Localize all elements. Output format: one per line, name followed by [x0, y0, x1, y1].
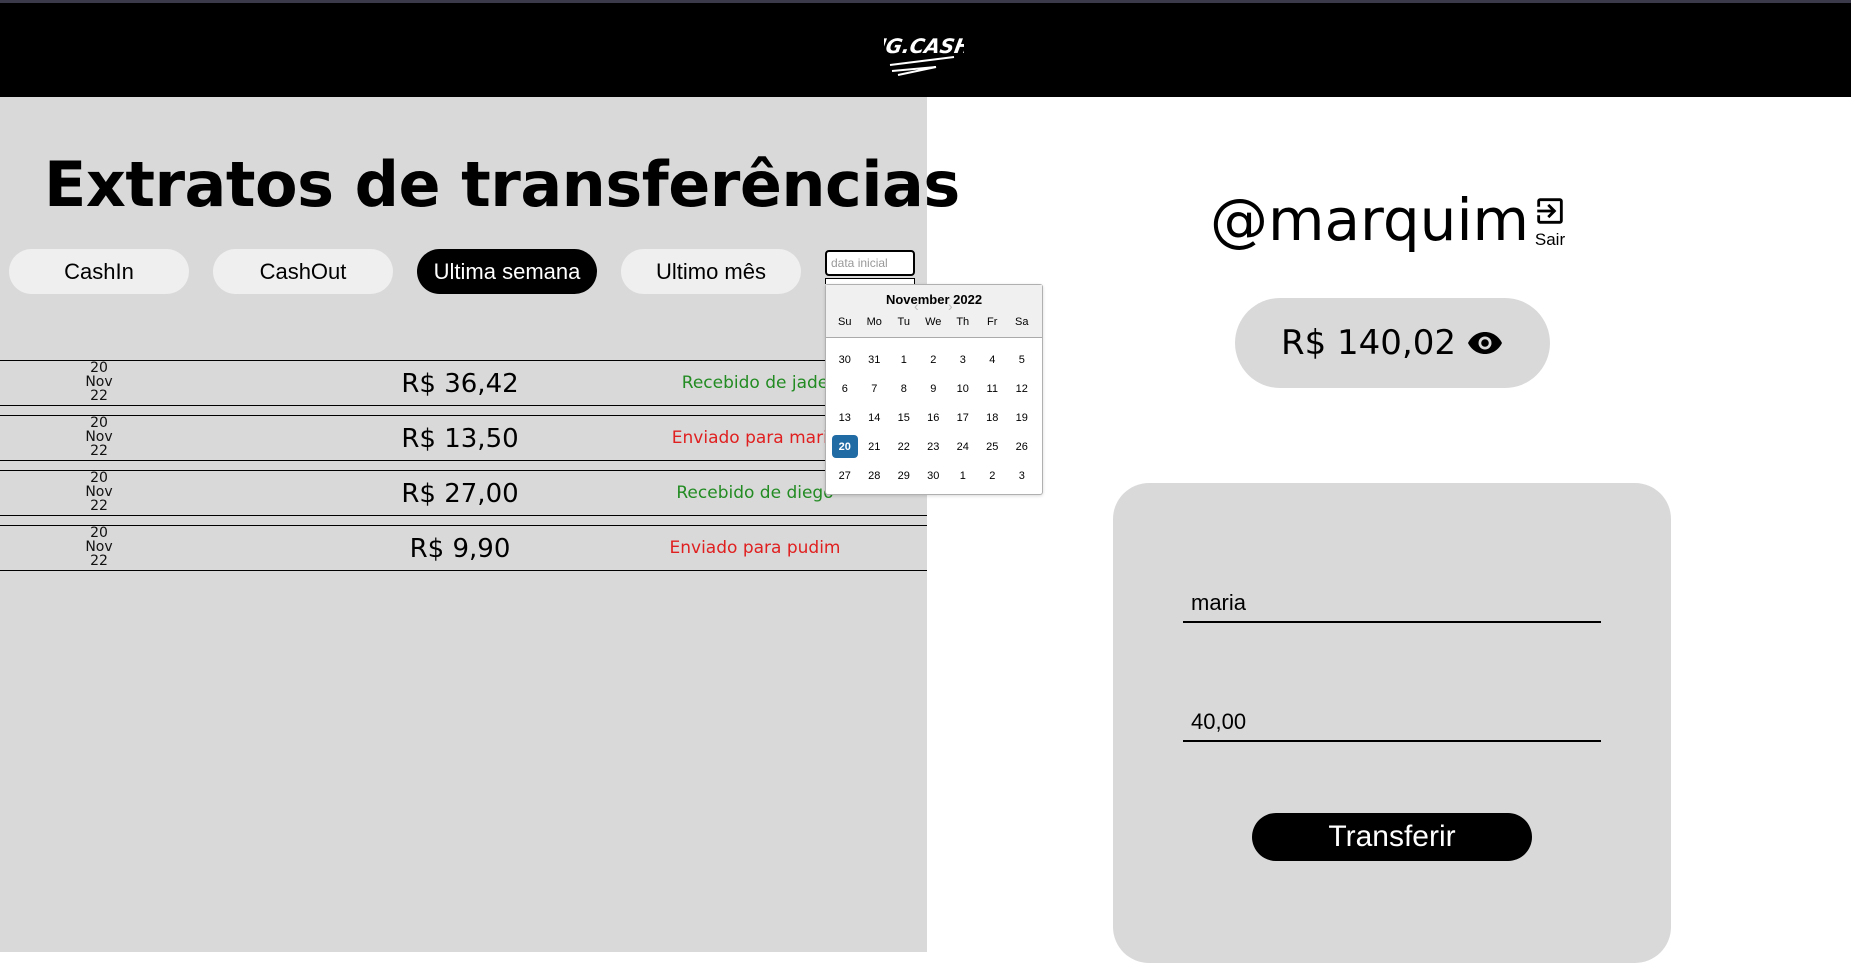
transaction-description: Enviado para pudim	[669, 538, 841, 558]
balance-value: R$ 140,02	[1280, 323, 1457, 363]
transaction-year: 22	[90, 443, 108, 459]
username-heading: @marquim	[1210, 186, 1530, 254]
eye-icon[interactable]	[1466, 330, 1504, 356]
logout-label: Sair	[1534, 230, 1566, 249]
weekday-label: Sa	[1015, 316, 1029, 328]
datepicker-day[interactable]: 9	[919, 374, 949, 403]
datepicker-day[interactable]: 18	[978, 403, 1008, 432]
datepicker-day[interactable]: 21	[860, 432, 890, 461]
datepicker-day[interactable]: 15	[889, 403, 919, 432]
datepicker-day[interactable]: 22	[889, 432, 919, 461]
logo-text: NG.CASH	[884, 34, 964, 58]
transaction-month: Nov	[85, 429, 113, 445]
datepicker-day[interactable]: 5	[1007, 345, 1037, 374]
transaction-amount: R$ 13,50	[401, 424, 519, 454]
datepicker-day[interactable]: 8	[889, 374, 919, 403]
datepicker-header: ‹ November 2022 › Su Mo Tu We Th Fr Sa	[826, 285, 1042, 338]
datepicker-day[interactable]: 3	[1007, 461, 1037, 490]
transaction-row: 20 Nov 22 R$ 13,50 Enviado para maria	[0, 415, 927, 461]
transaction-year: 22	[90, 388, 108, 404]
filter-cashin-button[interactable]: CashIn	[9, 249, 189, 294]
datepicker-day[interactable]: 16	[919, 403, 949, 432]
transaction-date: 20 Nov 22	[80, 361, 118, 403]
page-title: Extratos de transferências	[44, 148, 960, 221]
weekday-label: Tu	[897, 316, 910, 328]
transaction-row: 20 Nov 22 R$ 36,42 Recebido de jade	[0, 360, 927, 406]
datepicker-day[interactable]: 19	[1007, 403, 1037, 432]
datepicker-day[interactable]: 1	[889, 345, 919, 374]
filter-cashout-button[interactable]: CashOut	[213, 249, 393, 294]
logout-icon	[1537, 198, 1563, 224]
transaction-day: 20	[90, 525, 108, 541]
datepicker-day[interactable]: 17	[948, 403, 978, 432]
weekday-label: Mo	[866, 316, 882, 328]
datepicker-popup: ‹ November 2022 › Su Mo Tu We Th Fr Sa 30 31 1 2 3…	[825, 284, 1043, 495]
transaction-amount: R$ 36,42	[401, 369, 519, 399]
datepicker-day[interactable]: 4	[978, 345, 1008, 374]
recipient-username-input[interactable]	[1183, 585, 1601, 623]
filter-last-month-button[interactable]: Ultimo mês	[621, 249, 801, 294]
datepicker-day[interactable]: 31	[860, 345, 890, 374]
transaction-month: Nov	[85, 484, 113, 500]
datepicker-day[interactable]: 12	[1007, 374, 1037, 403]
transaction-date: 20 Nov 22	[80, 416, 118, 458]
filter-last-week-button[interactable]: Ultima semana	[417, 249, 597, 294]
datepicker-day[interactable]: 24	[948, 432, 978, 461]
datepicker-day[interactable]: 11	[978, 374, 1008, 403]
datepicker-month-label: November 2022	[885, 292, 983, 307]
start-date-input[interactable]	[825, 250, 915, 276]
transaction-day: 20	[90, 415, 108, 431]
datepicker-day[interactable]: 28	[860, 461, 890, 490]
transaction-row: 20 Nov 22 R$ 27,00 Recebido de diego	[0, 470, 927, 516]
datepicker-day[interactable]: 13	[830, 403, 860, 432]
datepicker-day[interactable]: 30	[919, 461, 949, 490]
transaction-year: 22	[90, 498, 108, 514]
transaction-amount: R$ 27,00	[401, 479, 519, 509]
transaction-day: 20	[90, 470, 108, 486]
transaction-year: 22	[90, 553, 108, 569]
datepicker-day[interactable]: 2	[919, 345, 949, 374]
transaction-month: Nov	[85, 539, 113, 555]
weekday-label: Fr	[987, 316, 998, 328]
datepicker-day[interactable]: 27	[830, 461, 860, 490]
datepicker-day[interactable]: 23	[919, 432, 949, 461]
transaction-day: 20	[90, 360, 108, 376]
weekday-label: We	[925, 316, 942, 328]
weekday-header-row: Su Mo Tu We Th Fr Sa	[830, 316, 1038, 328]
transaction-row: 20 Nov 22 R$ 9,90 Enviado para pudim	[0, 525, 927, 571]
balance-display: R$ 140,02	[1235, 298, 1550, 388]
logout-button[interactable]: Sair	[1530, 194, 1570, 250]
datepicker-day[interactable]: 26	[1007, 432, 1037, 461]
datepicker-day[interactable]: 25	[978, 432, 1008, 461]
weekday-label: Th	[956, 316, 970, 328]
transfer-button[interactable]: Transferir	[1252, 813, 1532, 861]
datepicker-day[interactable]: 7	[860, 374, 890, 403]
datepicker-day[interactable]: 6	[830, 374, 860, 403]
datepicker-day[interactable]: 10	[948, 374, 978, 403]
next-month-icon[interactable]: ›	[948, 298, 953, 314]
datepicker-day[interactable]: 29	[889, 461, 919, 490]
datepicker-day[interactable]: 14	[860, 403, 890, 432]
ngcash-logo[interactable]: NG.CASH	[884, 25, 964, 81]
transaction-date: 20 Nov 22	[80, 526, 118, 568]
datepicker-day[interactable]: 3	[948, 345, 978, 374]
transaction-date: 20 Nov 22	[80, 471, 118, 513]
transaction-month: Nov	[85, 374, 113, 390]
datepicker-day[interactable]: 2	[978, 461, 1008, 490]
datepicker-day[interactable]: 30	[830, 345, 860, 374]
datepicker-day[interactable]: 20	[832, 435, 858, 458]
app-header: NG.CASH	[0, 3, 1851, 97]
datepicker-day[interactable]: 1	[948, 461, 978, 490]
weekday-label: Su	[838, 316, 852, 328]
datepicker-day-grid: 30 31 1 2 3 4 5 6 7 8 9 10 11 12 13 14 15 16 17 18 19 20 21 22 2…	[830, 345, 1038, 490]
transaction-amount: R$ 9,90	[409, 534, 511, 564]
transfer-amount-input[interactable]	[1183, 704, 1601, 742]
